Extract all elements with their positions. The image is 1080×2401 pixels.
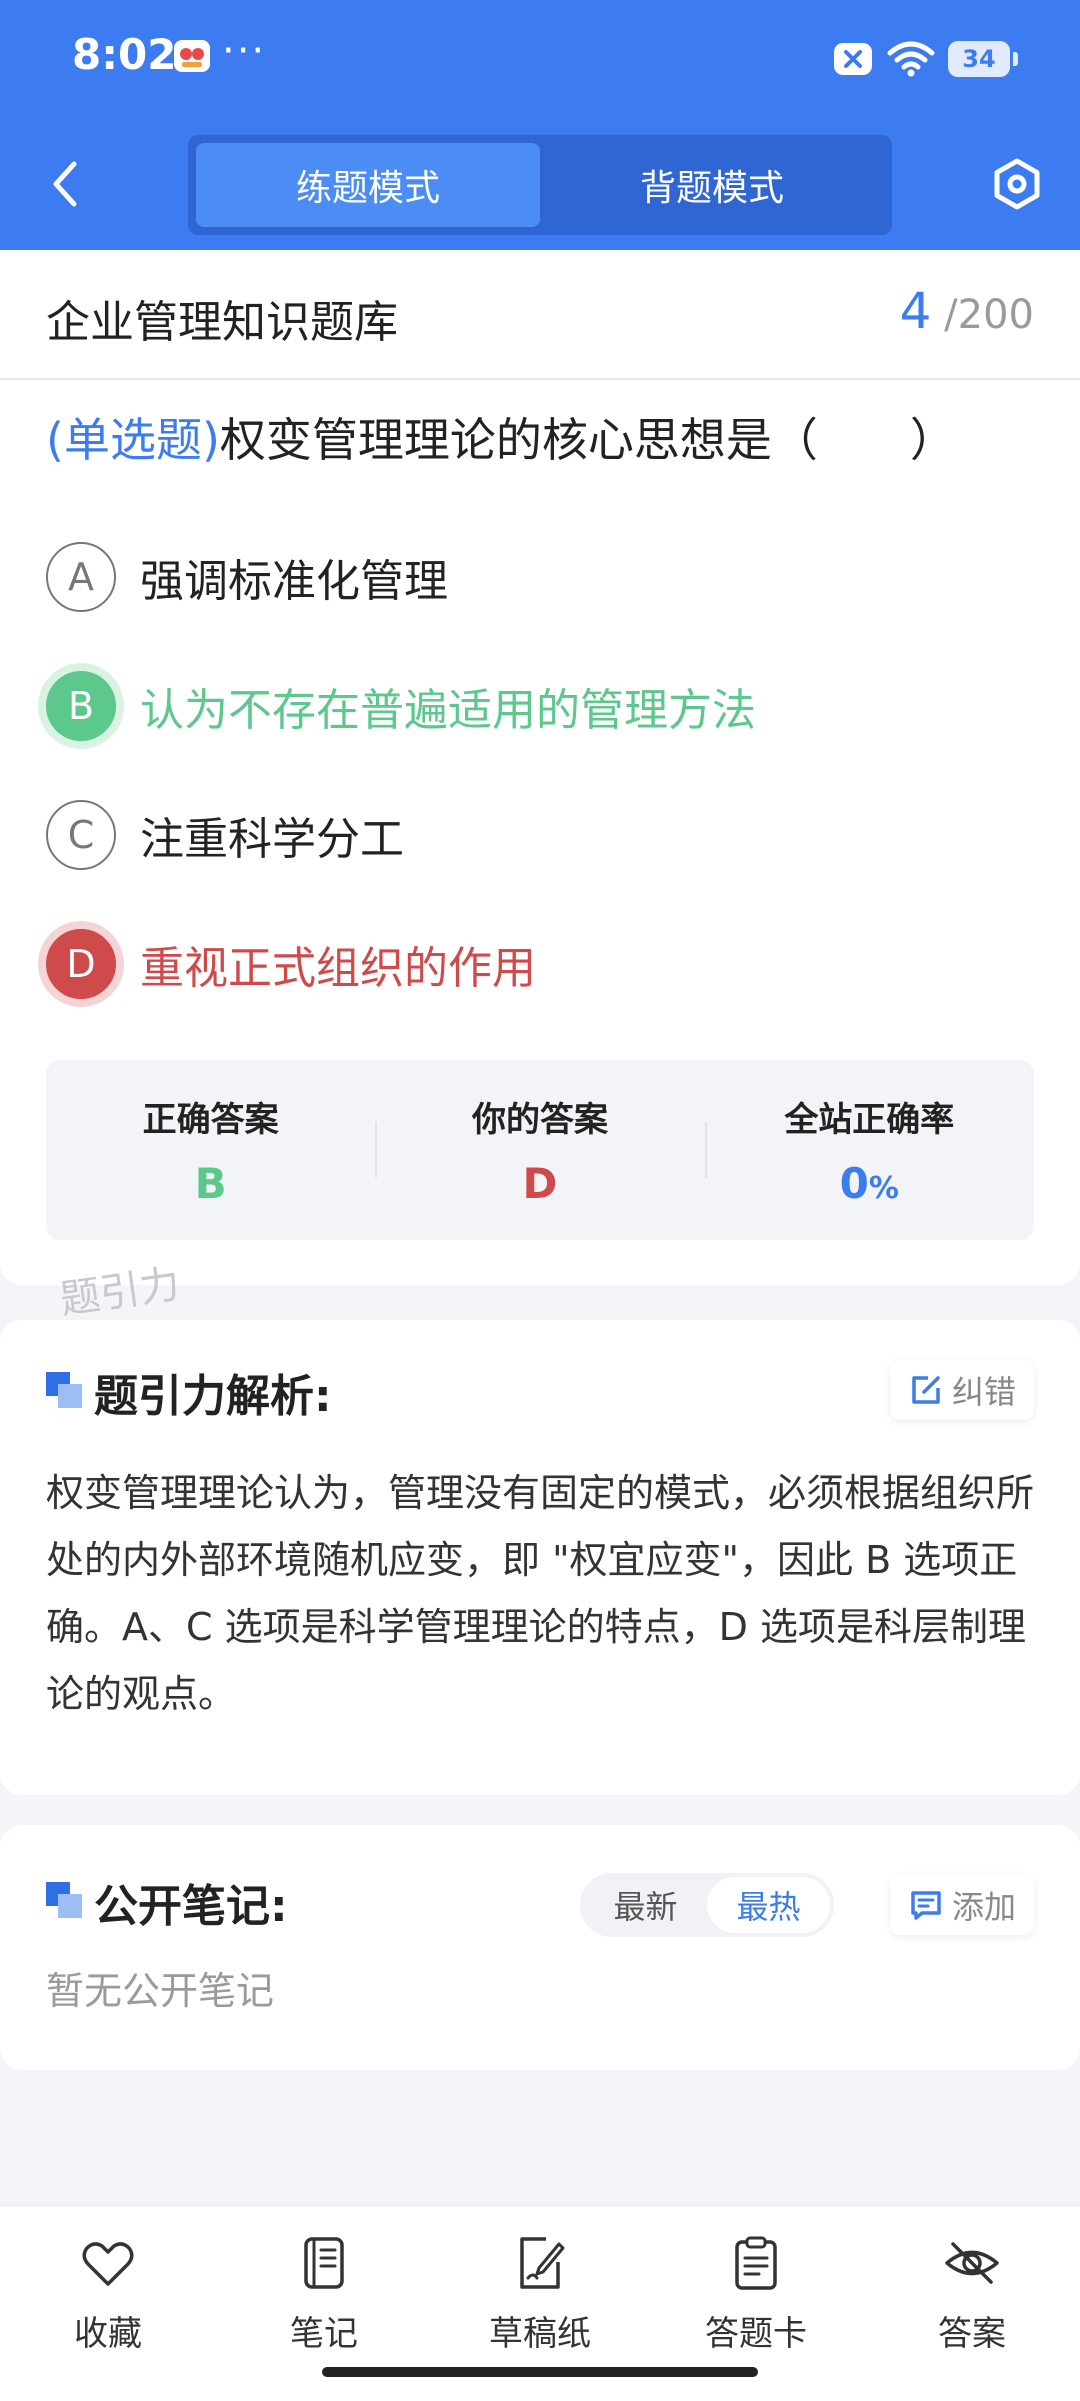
correct-answer-col: 正确答案 B [46, 1060, 375, 1240]
tab-practice-mode[interactable]: 练题模式 [196, 143, 540, 227]
comment-icon [911, 1891, 941, 1920]
question-text: 权变管理理论的核心思想是（ ） [219, 413, 956, 467]
analysis-title: 题引力解析: [94, 1371, 332, 1422]
sort-hottest[interactable]: 最热 [707, 1877, 830, 1933]
answer-summary: 正确答案 B 你的答案 D 全站正确率 0% [46, 1060, 1034, 1240]
your-answer-value: D [522, 1159, 558, 1208]
option-text: 重视正式组织的作用 [140, 943, 536, 994]
top-header: 8:02 ··· 34 练题模式 背题模式 [0, 0, 1080, 250]
accuracy-col: 全站正确率 0% [704, 1060, 1034, 1240]
your-answer-col: 你的答案 D [375, 1060, 704, 1240]
favorite-button[interactable]: 收藏 [28, 2234, 188, 2355]
answer-sheet-label: 答题卡 [705, 2314, 807, 2354]
accuracy-label: 全站正确率 [784, 1100, 955, 1140]
heart-icon [82, 2242, 134, 2286]
mode-switcher: 练题模式 背题模式 [188, 135, 892, 235]
option-letter: C [46, 800, 116, 870]
accuracy-unit: % [868, 1171, 899, 1206]
draft-label: 草稿纸 [489, 2314, 591, 2354]
edit-icon [912, 1376, 940, 1404]
status-more-indicator: ··· [222, 28, 267, 74]
accuracy-value: 0% [840, 1159, 899, 1208]
option-b[interactable]: B 认为不存在普遍适用的管理方法 [46, 669, 756, 743]
favorite-label: 收藏 [74, 2314, 142, 2354]
home-indicator[interactable] [322, 2367, 758, 2377]
add-note-button[interactable]: 添加 [889, 1875, 1034, 1935]
progress-current: 4 [899, 282, 932, 340]
answer-sheet-button[interactable]: 答题卡 [676, 2234, 836, 2355]
question-card: 企业管理知识题库 4 /200 (单选题)权变管理理论的核心思想是（ ） A 强… [0, 250, 1080, 1285]
your-answer-label: 你的答案 [471, 1100, 608, 1140]
question-bank-title: 企业管理知识题库 [46, 297, 398, 348]
status-time: 8:02 [72, 30, 177, 79]
chevron-left-icon [53, 161, 77, 207]
notes-sort-toggle: 最新 最热 [580, 1873, 834, 1937]
option-text: 强调标准化管理 [140, 556, 448, 607]
question-type: (单选题) [46, 413, 220, 467]
show-answer-label: 答案 [938, 2314, 1006, 2354]
draft-icon [520, 2237, 565, 2289]
analysis-text: 权变管理理论认为，管理没有固定的模式，必须根据组织所处的内外部环境随机应变，即 … [46, 1471, 1035, 1716]
option-text: 注重科学分工 [140, 814, 404, 865]
option-a[interactable]: A 强调标准化管理 [46, 540, 448, 614]
section-square-icon [46, 1372, 82, 1408]
settings-hexagon-icon [994, 158, 1040, 210]
show-answer-button[interactable]: 答案 [892, 2234, 1052, 2355]
tab-memorize-mode[interactable]: 背题模式 [540, 143, 884, 227]
option-c[interactable]: C 注重科学分工 [46, 798, 404, 872]
divider [0, 378, 1080, 380]
report-error-button[interactable]: 纠错 [889, 1360, 1034, 1420]
progress-total: /200 [944, 292, 1034, 338]
notes-button[interactable]: 笔记 [244, 2234, 404, 2355]
accuracy-number: 0 [839, 1159, 869, 1208]
muted-icon [834, 43, 872, 75]
correct-answer-label: 正确答案 [142, 1100, 279, 1140]
sort-latest[interactable]: 最新 [584, 1877, 707, 1933]
correct-answer-value: B [194, 1159, 227, 1208]
option-d[interactable]: D 重视正式组织的作用 [46, 927, 536, 1001]
battery-level: 34 [962, 45, 996, 73]
empty-notes-text: 暂无公开笔记 [46, 1969, 275, 2013]
wifi-icon [887, 41, 935, 77]
draft-button[interactable]: 草稿纸 [460, 2234, 620, 2355]
option-text: 认为不存在普遍适用的管理方法 [140, 685, 756, 736]
section-square-icon [46, 1882, 82, 1918]
notebook-icon [304, 2237, 344, 2289]
back-button[interactable] [40, 156, 90, 212]
battery-icon: 34 [948, 41, 1018, 77]
report-error-label: 纠错 [951, 1373, 1016, 1411]
question-stem: (单选题)权变管理理论的核心思想是（ ） [46, 408, 1036, 472]
notes-title: 公开笔记: [94, 1881, 288, 1932]
option-letter: A [46, 542, 116, 612]
notes-card: 公开笔记: 最新 最热 添加 暂无公开笔记 [0, 1825, 1080, 2070]
add-note-label: 添加 [951, 1888, 1016, 1926]
eye-off-icon [945, 2242, 999, 2284]
option-letter: B [46, 671, 116, 741]
clipboard-icon [735, 2236, 777, 2290]
analysis-card: 题引力解析: 纠错 权变管理理论认为，管理没有固定的模式，必须根据组织所处的内外… [0, 1320, 1080, 1795]
question-progress[interactable]: 4 /200 [900, 282, 1034, 340]
option-letter: D [46, 929, 116, 999]
settings-button[interactable] [985, 152, 1049, 216]
notes-label: 笔记 [290, 2314, 358, 2354]
status-icons: 34 [832, 36, 1018, 82]
app-notification-icon [174, 40, 210, 72]
